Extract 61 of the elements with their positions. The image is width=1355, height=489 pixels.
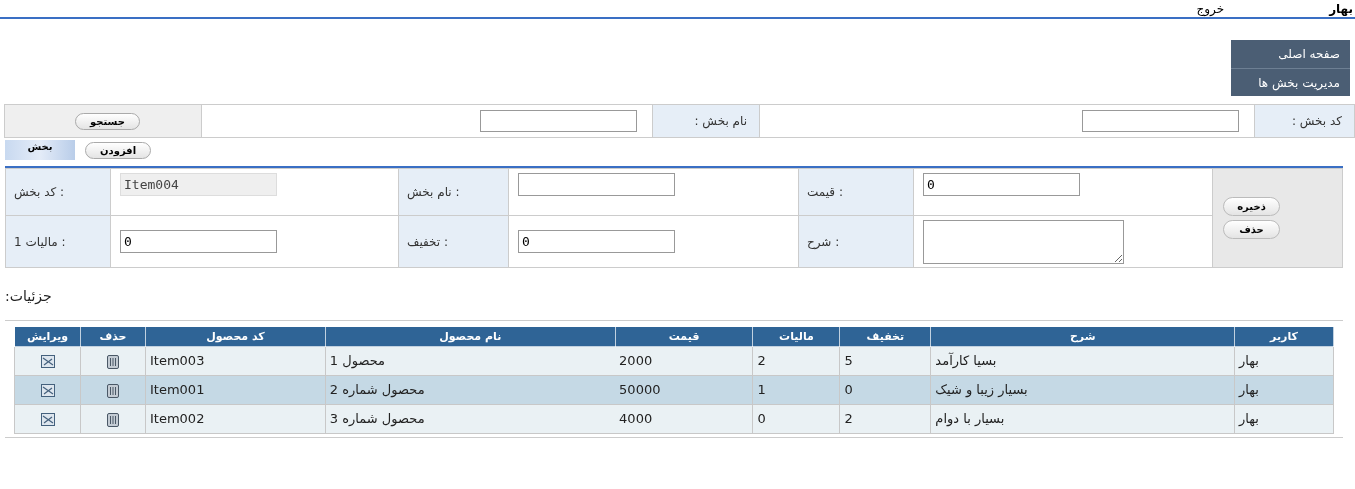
field-label: نام بخش : — [694, 113, 747, 130]
field-label: : تخفیف — [407, 233, 449, 251]
table-cell-text: 2000 — [619, 352, 653, 371]
table-cell-text: 1 — [757, 381, 766, 400]
column-header: مالیات — [779, 330, 814, 344]
column-header: قیمت — [668, 330, 700, 344]
table-cell-text: محصول 1 — [329, 352, 386, 371]
menu-item[interactable]: صفحه اصلی — [1231, 40, 1350, 68]
logout-link[interactable]: خروج — [1196, 0, 1225, 18]
input-field[interactable] — [518, 173, 675, 196]
form-button[interactable]: ذخیره — [1223, 197, 1280, 216]
column-header: کد محصول — [206, 330, 265, 344]
table-cell-text: 0 — [757, 410, 766, 429]
table-cell: بسیا کارآمد — [935, 351, 997, 371]
input-field[interactable]: 0 — [518, 230, 675, 253]
table-cell-text: 2 — [844, 410, 853, 429]
table-cell-text: بهار — [1239, 410, 1259, 429]
edit-icon[interactable] — [40, 384, 55, 397]
trash-icon[interactable] — [107, 354, 119, 369]
column-header: ویرایش — [26, 330, 69, 344]
field-label: : مالیات 1 — [14, 233, 66, 251]
table-cell-text: Item003 — [150, 352, 205, 371]
table-cell-text: 2 — [757, 352, 766, 371]
table-cell-text: بسیار زیبا و شیک — [935, 381, 1028, 400]
add-button[interactable]: افزودن — [85, 141, 152, 159]
search-field[interactable] — [480, 110, 637, 132]
form-button[interactable]: حذف — [1223, 220, 1280, 239]
field-label: : کد بخش — [14, 184, 65, 201]
input-field[interactable]: 0 — [120, 230, 277, 253]
column-header: شرح — [1069, 330, 1096, 344]
edit-icon[interactable] — [40, 355, 55, 368]
table-cell-text: بهار — [1239, 352, 1259, 371]
search-field[interactable] — [1082, 110, 1239, 132]
trash-icon[interactable] — [107, 383, 119, 398]
field-label: : قیمت — [807, 184, 843, 201]
field-label: : شرح — [807, 233, 840, 251]
table-cell-text: Item001 — [150, 381, 205, 400]
tab[interactable]: بخش — [5, 140, 75, 160]
user-name: بهار — [1329, 1, 1353, 18]
table-cell-text: محصول شماره 2 — [329, 381, 425, 400]
field-label: کد بخش : — [1291, 113, 1342, 130]
text-area[interactable] — [923, 219, 1124, 264]
table-cell-text: 5 — [844, 352, 853, 371]
table-cell-text: بهار — [1239, 381, 1259, 400]
table-cell-text: بسیار با دوام — [935, 410, 1005, 429]
field-label: : نام بخش — [407, 184, 460, 201]
section-title: جزئیات: — [5, 287, 52, 307]
column-header: تخفیف — [866, 330, 905, 344]
trash-icon[interactable] — [107, 412, 119, 427]
column-header: نام محصول — [439, 330, 502, 344]
search-button[interactable]: جستجو — [75, 112, 140, 130]
column-header: حذف — [99, 330, 127, 344]
table-cell-text: 0 — [844, 381, 853, 400]
table-cell-text: Item002 — [150, 410, 205, 429]
edit-icon[interactable] — [40, 413, 55, 426]
table-cell-text: محصول شماره 3 — [329, 410, 425, 429]
input-field[interactable]: 0 — [923, 173, 1080, 196]
table-cell-text: 50000 — [619, 381, 661, 400]
table-cell-text: 4000 — [619, 410, 653, 429]
column-header: کاربر — [1270, 330, 1298, 344]
menu-item[interactable]: مدیریت بخش ها — [1231, 68, 1350, 96]
